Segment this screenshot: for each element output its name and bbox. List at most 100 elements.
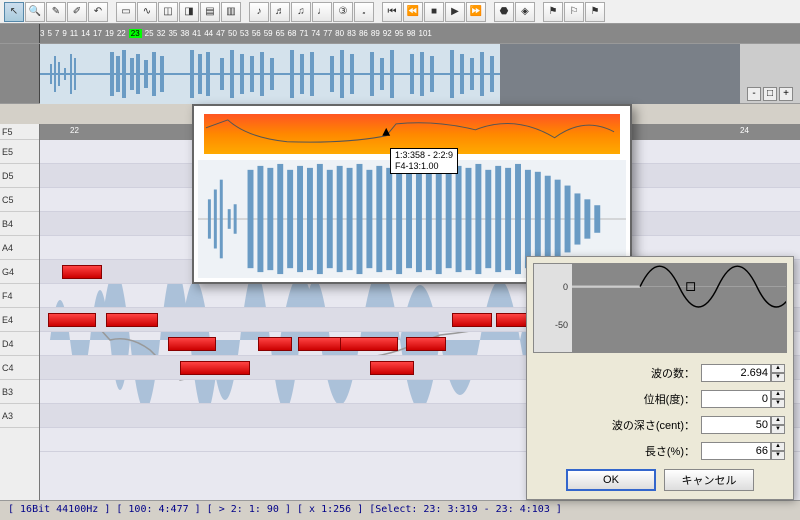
piano-key-D5[interactable]: D5 xyxy=(0,164,39,188)
piano-key-F5[interactable]: F5 xyxy=(0,124,39,140)
pencil2-button[interactable]: ✐ xyxy=(67,2,87,22)
note-8-button[interactable]: ♫ xyxy=(291,2,311,22)
ruler-tick: 80 xyxy=(335,29,344,38)
mark-a-button[interactable]: ⬣ xyxy=(494,2,514,22)
cancel-button[interactable]: キャンセル xyxy=(664,469,754,491)
piano-key-A4[interactable]: A4 xyxy=(0,236,39,260)
piano-key-B4[interactable]: B4 xyxy=(0,212,39,236)
piano-key-E5[interactable]: E5 xyxy=(0,140,39,164)
spin-up[interactable]: ▲ xyxy=(771,390,785,399)
zoom-in-button[interactable]: + xyxy=(779,87,793,101)
rewind-start-button[interactable]: ⏮ xyxy=(382,2,402,22)
field-label: 長さ(%)： xyxy=(535,443,701,459)
field-input-0[interactable] xyxy=(701,364,771,382)
zoom-out-button[interactable]: - xyxy=(747,87,761,101)
field-input-1[interactable] xyxy=(701,390,771,408)
triplet-button[interactable]: ③ xyxy=(333,2,353,22)
note-segment[interactable] xyxy=(48,313,96,327)
note-segment[interactable] xyxy=(406,337,446,351)
note-segment[interactable] xyxy=(168,337,216,351)
spin-down[interactable]: ▼ xyxy=(771,451,785,460)
note-4-button[interactable]: ♩ xyxy=(312,2,332,22)
axis-zero: 0 xyxy=(563,282,568,292)
piano-key-G4[interactable]: G4 xyxy=(0,260,39,284)
zoom-button[interactable]: 🔍 xyxy=(25,2,45,22)
editor-ruler-mark: 22 xyxy=(70,126,79,135)
pencil1-button[interactable]: ✎ xyxy=(46,2,66,22)
piano-key-E4[interactable]: E4 xyxy=(0,308,39,332)
wave-disp-button[interactable]: ∿ xyxy=(137,2,157,22)
dialog-graph-axis: 0 -50 xyxy=(534,264,572,352)
ruler-tick: 83 xyxy=(347,29,356,38)
display3-button[interactable]: ▤ xyxy=(200,2,220,22)
spin-up[interactable]: ▲ xyxy=(771,416,785,425)
piano-key-C5[interactable]: C5 xyxy=(0,188,39,212)
fast-fwd-button[interactable]: ⏩ xyxy=(466,2,486,22)
overview-zoom-controls: - □ + xyxy=(740,44,800,103)
play-button[interactable]: ▶ xyxy=(445,2,465,22)
screen-button[interactable]: ▭ xyxy=(116,2,136,22)
dialog-field: 位相(度)：▲▼ xyxy=(535,387,785,411)
note-snap-button[interactable]: ♪ xyxy=(249,2,269,22)
dialog-graph: 0 -50 xyxy=(533,263,787,353)
note-16-button[interactable]: ♬ xyxy=(270,2,290,22)
mark-b-button[interactable]: ◈ xyxy=(515,2,535,22)
field-input-2[interactable] xyxy=(701,416,771,434)
zoom-fit-button[interactable]: □ xyxy=(763,87,777,101)
timeline-ruler[interactable]: 3579111417192223253235384144475053565965… xyxy=(40,24,800,43)
back-button[interactable]: ↶ xyxy=(88,2,108,22)
dialog-wave[interactable] xyxy=(572,264,786,352)
ruler-tick: 101 xyxy=(419,29,432,38)
piano-ruler[interactable]: F5E5D5C5B4A4G4F4E4D4C4B3A3 xyxy=(0,124,40,500)
overview-left-spacer xyxy=(0,44,40,103)
note-segment[interactable] xyxy=(106,313,158,327)
vibrato-dialog: 0 -50 波の数：▲▼位相(度)：▲▼波の深さ(cent)：▲▼長さ(%)：▲… xyxy=(526,256,794,500)
note-segment[interactable] xyxy=(496,313,528,327)
note-segment[interactable] xyxy=(62,265,102,279)
spin-down[interactable]: ▼ xyxy=(771,373,785,382)
flag1-button[interactable]: ⚑ xyxy=(543,2,563,22)
spin-down[interactable]: ▼ xyxy=(771,399,785,408)
note-segment[interactable] xyxy=(340,337,398,351)
note-segment[interactable] xyxy=(258,337,292,351)
ruler-tick: 19 xyxy=(105,29,114,38)
ruler-tick: 47 xyxy=(216,29,225,38)
rewind-button[interactable]: ⏪ xyxy=(403,2,423,22)
ruler-tick: 7 xyxy=(55,29,59,38)
stop-button[interactable]: ■ xyxy=(424,2,444,22)
piano-key-C4[interactable]: C4 xyxy=(0,356,39,380)
note-long-button[interactable]: 𝅗 xyxy=(354,2,374,22)
tooltip-range: 1:3:358 - 2:2:9 xyxy=(395,150,453,161)
flag3-button[interactable]: ⚑ xyxy=(585,2,605,22)
ruler-tick: 25 xyxy=(145,29,154,38)
ruler-tick: 86 xyxy=(359,29,368,38)
display4-button[interactable]: ▥ xyxy=(221,2,241,22)
ruler-tick: 5 xyxy=(47,29,51,38)
ok-button[interactable]: OK xyxy=(566,469,656,491)
ruler-tick: 14 xyxy=(81,29,90,38)
piano-key-B3[interactable]: B3 xyxy=(0,380,39,404)
display1-button[interactable]: ◫ xyxy=(158,2,178,22)
field-input-3[interactable] xyxy=(701,442,771,460)
spin-up[interactable]: ▲ xyxy=(771,364,785,373)
overview-waveform[interactable] xyxy=(40,44,740,103)
note-segment[interactable] xyxy=(370,361,414,375)
display2-button[interactable]: ◨ xyxy=(179,2,199,22)
spin-down[interactable]: ▼ xyxy=(771,425,785,434)
pointer-button[interactable]: ↖ xyxy=(4,2,24,22)
note-segment[interactable] xyxy=(180,361,250,375)
piano-key-A3[interactable]: A3 xyxy=(0,404,39,428)
note-segment[interactable] xyxy=(452,313,492,327)
piano-key-F4[interactable]: F4 xyxy=(0,284,39,308)
field-label: 波の深さ(cent)： xyxy=(535,417,701,433)
piano-key-D4[interactable]: D4 xyxy=(0,332,39,356)
flag2-button[interactable]: ⚐ xyxy=(564,2,584,22)
dialog-buttons: OK キャンセル xyxy=(527,469,793,491)
spin-up[interactable]: ▲ xyxy=(771,442,785,451)
dialog-field: 波の数：▲▼ xyxy=(535,361,785,385)
dialog-field: 波の深さ(cent)： ▲▼ xyxy=(535,413,785,437)
ruler-tick: 74 xyxy=(311,29,320,38)
ruler-tick: 23 xyxy=(129,29,142,38)
ruler-tick: 35 xyxy=(168,29,177,38)
ruler-left-spacer xyxy=(0,24,40,43)
